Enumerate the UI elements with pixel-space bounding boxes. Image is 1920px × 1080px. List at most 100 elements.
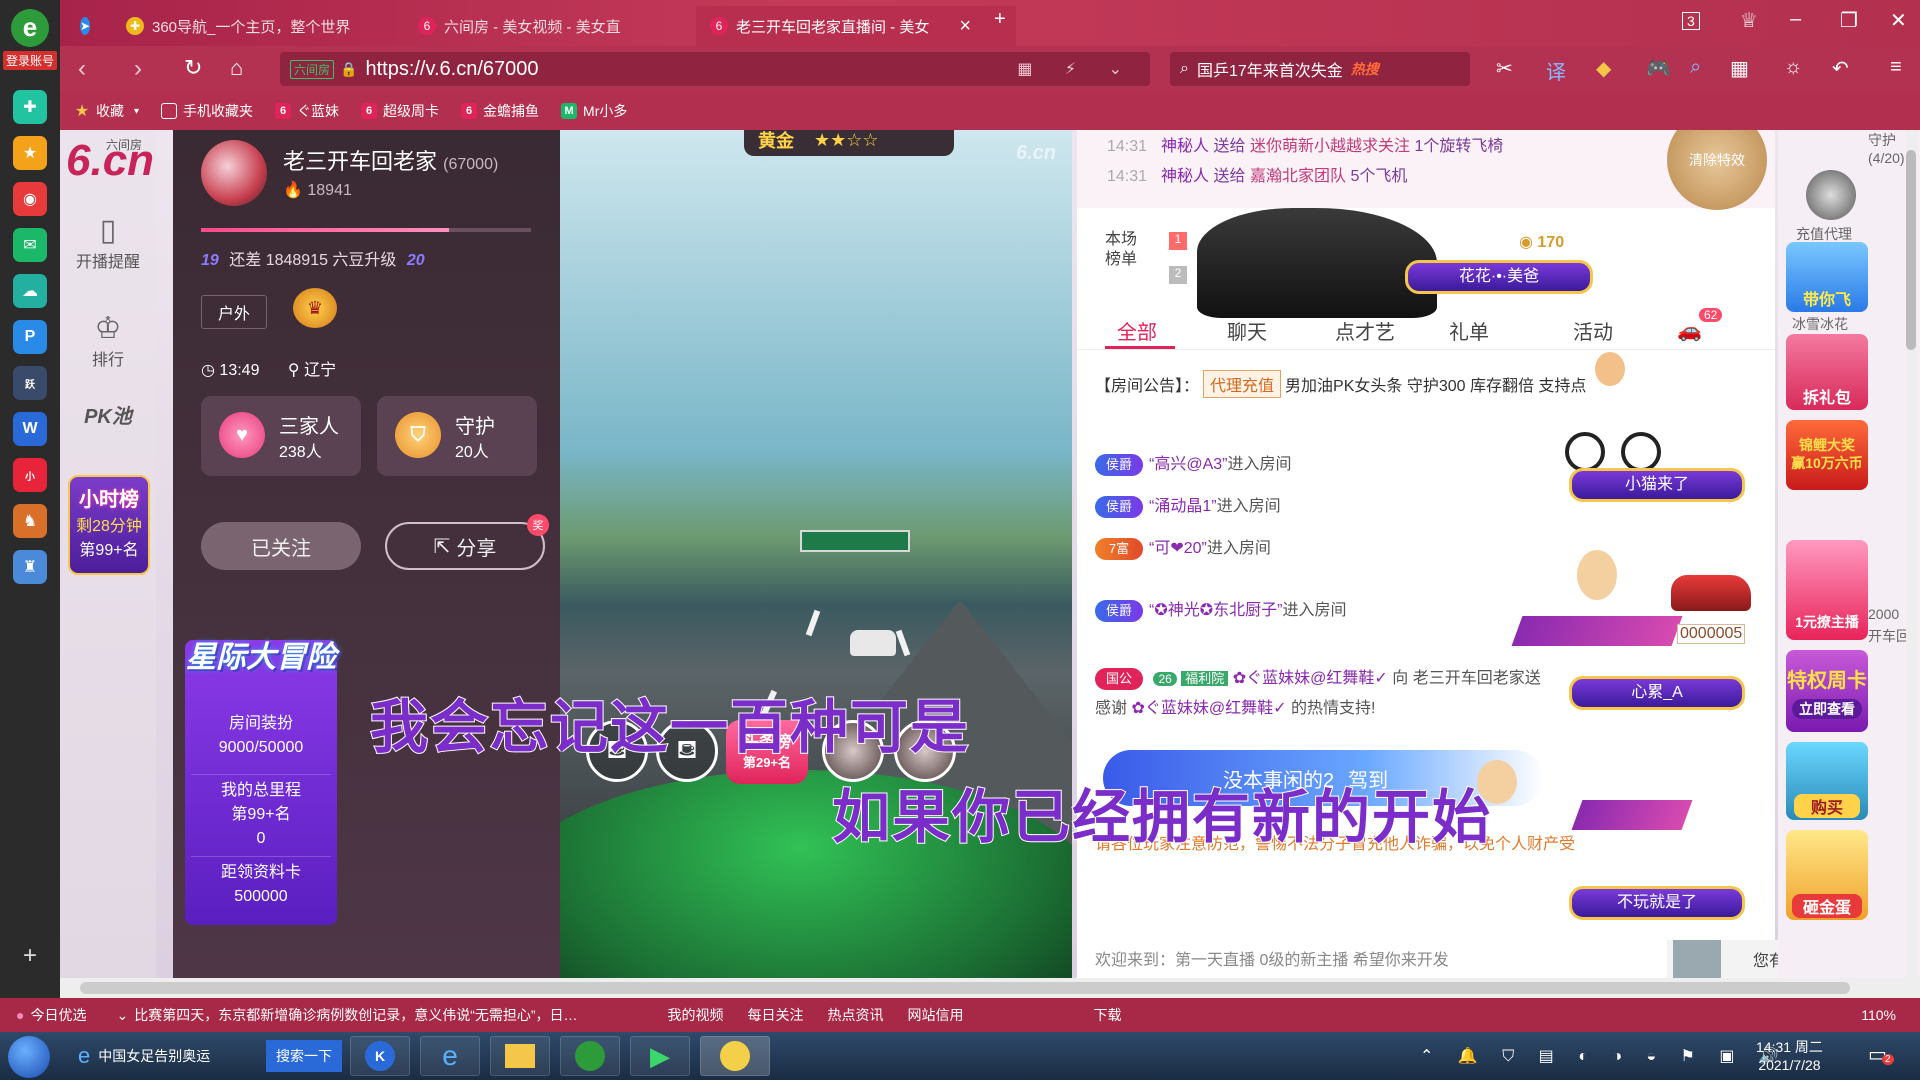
word-icon[interactable]: W (13, 412, 47, 446)
rank-badge[interactable]: 黄金 ★★☆☆ (744, 130, 954, 156)
nav-rank[interactable]: ♔ 排行 (60, 312, 156, 370)
browser-logo[interactable]: e 登录账号 (0, 0, 60, 78)
new-tab-button[interactable]: + (994, 8, 1006, 31)
tab-360[interactable]: ✚ 360导航_一个主页，整个世界 (112, 6, 398, 46)
bookmark-favorites[interactable]: ★ 收藏 ▾ (74, 101, 139, 121)
today-picks[interactable]: 今日优选 (30, 1005, 86, 1025)
skin-icon[interactable]: ♕ (1740, 8, 1758, 33)
hour-rank-card[interactable]: 小时榜 剩28分钟 第99+名 (68, 475, 150, 575)
taskbar-ie[interactable]: e (420, 1036, 480, 1076)
tab-gift-list[interactable]: 礼单 (1449, 316, 1489, 345)
guard-avatar[interactable] (1806, 170, 1856, 220)
star-icon[interactable]: ★ (13, 136, 47, 170)
home-icon[interactable]: ⌂ (230, 55, 243, 81)
my-video[interactable]: 我的视频 (668, 1005, 724, 1025)
horizontal-scrollbar[interactable] (60, 978, 1920, 998)
guard-card[interactable]: ⛉ 守护 20人 (377, 396, 537, 476)
taskbar-explorer[interactable] (490, 1036, 550, 1076)
system-tray[interactable]: ⌃ 🔔 ⛉ ▤ ◐ ◑ ◒ ⚑ ▣ 🔊 (1420, 1046, 1789, 1066)
add-icon[interactable]: + (0, 942, 60, 970)
taskbar-360[interactable] (560, 1036, 620, 1076)
tab-count-badge[interactable]: 3 (1682, 12, 1700, 30)
taskbar-active-app[interactable] (700, 1036, 770, 1076)
cloud-icon[interactable]: ☁ (13, 274, 47, 308)
find-icon[interactable]: ⌕ (1690, 56, 1701, 79)
tab-chat[interactable]: 聊天 (1227, 316, 1267, 345)
translate-icon[interactable]: 译 (1546, 56, 1566, 85)
notice-chip[interactable]: 代理充值 (1203, 370, 1282, 398)
taskbar-player[interactable]: ▶ (630, 1036, 690, 1076)
browser-menu-icon[interactable]: ≡ (1890, 56, 1902, 79)
apps-icon[interactable]: ▦ (1730, 56, 1749, 81)
bookmark-fishing[interactable]: 6 金蟾捕鱼 (461, 101, 539, 121)
close-tab-icon[interactable]: × (959, 15, 971, 38)
nav-live-remind[interactable]: ▯ 开播提醒 (60, 214, 156, 272)
promo-golden-egg[interactable]: 砸金蛋 (1786, 830, 1868, 920)
daily-focus[interactable]: 每日关注 (748, 1005, 804, 1025)
hot-news[interactable]: 热点资讯 (828, 1005, 884, 1025)
sidebar-app-icon-1[interactable]: ✚ (13, 90, 47, 124)
nav-pk[interactable]: PK池 (60, 400, 156, 429)
download[interactable]: 下载 (1094, 1005, 1122, 1025)
medal-icon[interactable]: ♛ (293, 288, 337, 328)
castle-icon[interactable]: ♜ (13, 550, 47, 584)
tab-talent[interactable]: 点才艺 (1335, 316, 1395, 345)
url-tools[interactable]: ▦ ⚡ ⌄ (1017, 59, 1136, 79)
adventure-card[interactable]: 星际大冒险 房间装扮 9000/50000 我的总里程 第99+名 0 距领资料… (185, 640, 337, 925)
url-text[interactable]: https://v.6.cn/67000 (365, 58, 538, 81)
p-app-icon[interactable]: P (13, 320, 47, 354)
promo-gift-pack[interactable]: 拆礼包 (1786, 334, 1868, 410)
bookmark-weekcard[interactable]: 6 超级周卡 (361, 101, 439, 121)
coin-icon[interactable]: ◆ (1596, 56, 1611, 81)
search-input[interactable]: 国乒17年来首次失金 (1197, 57, 1343, 81)
forward-icon[interactable]: › (134, 55, 142, 83)
bookmark-lanmei[interactable]: 6 ぐ蓝妹 (275, 101, 339, 121)
login-button[interactable]: 登录账号 (2, 50, 57, 70)
minimize-icon[interactable]: – (1790, 8, 1801, 31)
tab-live-room[interactable]: 6 老三开车回老家直播间 - 美女 × (696, 6, 1016, 46)
weibo-icon[interactable]: ◉ (13, 182, 47, 216)
sidebar-scrollbar[interactable] (1906, 130, 1918, 978)
anchor-avatar[interactable] (201, 140, 267, 206)
search-box[interactable]: ⌕ 国乒17年来首次失金 热搜 (1170, 52, 1470, 86)
speed-icon[interactable]: ➤ (66, 6, 98, 46)
family-card[interactable]: ♥ 三家人 238人 (201, 396, 361, 476)
share-button[interactable]: ⇱ 分享 奖 (385, 514, 549, 570)
promo-buy[interactable]: 购买 (1786, 742, 1868, 820)
refresh-icon[interactable]: ↻ (184, 55, 202, 81)
zoom-level[interactable]: 110% (1861, 1007, 1896, 1023)
promo-fly[interactable]: 带你飞 (1786, 242, 1868, 312)
tab-all[interactable]: 全部 (1117, 316, 1157, 345)
clock[interactable]: 14:31 周二 2021/7/28 (1756, 1038, 1823, 1074)
promo-one-yuan[interactable]: 1元撩主播 (1786, 540, 1868, 640)
gamepad-icon[interactable]: 🎮 (1646, 56, 1671, 81)
url-bar[interactable]: 六间房 🔒 https://v.6.cn/67000 ▦ ⚡ ⌄ (280, 52, 1150, 86)
close-window-icon[interactable]: ✕ (1890, 8, 1907, 33)
search-button[interactable]: 搜索一下 (266, 1040, 342, 1072)
bookmark-mrxiaoduo[interactable]: M Mr小多 (561, 101, 627, 121)
taskbar-search[interactable]: e 中国女足告别奥运 搜索一下 (70, 1036, 350, 1076)
clear-effects-button[interactable]: 清除特效 (1667, 130, 1767, 210)
undo-icon[interactable]: ↶ (1832, 56, 1849, 81)
promo-koi[interactable]: 锦鲤大奖 赢10万六币 (1786, 420, 1868, 490)
tab-6room[interactable]: 6 六间房 - 美女视频 - 美女直 (404, 6, 690, 46)
car-icon[interactable]: 🚗 (1677, 318, 1702, 343)
bookmark-mobile[interactable]: 手机收藏夹 (161, 101, 253, 121)
news-ticker[interactable]: 比赛第四天，东京都新增确诊病例数创记录，意义伟说“无需担心”，日… (134, 1005, 577, 1025)
scissors-icon[interactable]: ✂ (1496, 56, 1513, 81)
game-app-icon[interactable]: 跃 (13, 366, 47, 400)
notification-icon[interactable]: ▭ 2 (1868, 1042, 1894, 1067)
game-icon[interactable]: ♞ (13, 504, 47, 538)
start-button[interactable] (8, 1036, 50, 1078)
site-credit[interactable]: 网站信用 (908, 1005, 964, 1025)
category-tag[interactable]: 户外 (201, 295, 268, 329)
restore-icon[interactable]: ❐ (1840, 8, 1858, 33)
follow-button[interactable]: 已关注 (201, 522, 361, 570)
mail-icon[interactable]: ✉ (13, 228, 47, 262)
mall-icon[interactable]: 小 (13, 458, 47, 492)
back-icon[interactable]: ‹ (78, 55, 86, 83)
taskbar-app-k[interactable]: K (350, 1036, 410, 1076)
promo-week-card[interactable]: 特权周卡 立即查看 (1786, 650, 1868, 732)
site-logo[interactable]: 6.cn 六间房 (66, 136, 156, 185)
hot-search-badge[interactable]: 热搜 (1351, 59, 1379, 79)
